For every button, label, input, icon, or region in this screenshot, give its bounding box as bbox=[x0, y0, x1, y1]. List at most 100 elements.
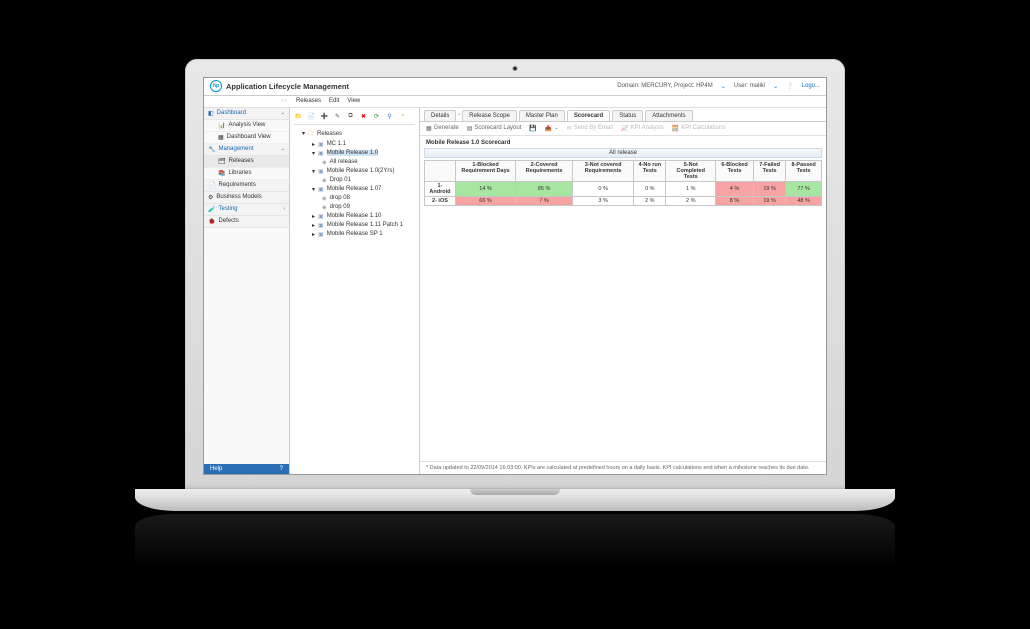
menu-releases[interactable]: Releases bbox=[296, 98, 321, 104]
tab-master-plan[interactable]: Master Plan bbox=[519, 110, 565, 121]
project-dropdown-icon[interactable]: ⌄ bbox=[721, 83, 726, 90]
release-icon: ▣ bbox=[318, 222, 324, 229]
scorecard-title: Mobile Release 1.0 Scorecard bbox=[420, 136, 826, 148]
cell: 3 % bbox=[572, 196, 633, 205]
generate-button[interactable]: ▦Generate bbox=[426, 125, 459, 132]
tab-details[interactable]: Details bbox=[424, 110, 456, 121]
cell: 7 % bbox=[516, 196, 573, 205]
cell: 2 % bbox=[666, 196, 716, 205]
camera-dot bbox=[513, 66, 518, 71]
expand-icon[interactable]: ▸ bbox=[312, 222, 315, 229]
tree-node-mobile-1-07[interactable]: ▾▣Mobile Release 1.07 bbox=[304, 185, 415, 194]
col-7: 7-Failed Tests bbox=[753, 160, 785, 181]
sidebar-item-dashboard-view[interactable]: ▦Dashboard View bbox=[204, 132, 289, 144]
tree-node-drop08[interactable]: ◈drop 08 bbox=[314, 194, 415, 203]
sidebar-item-requirements[interactable]: 📄Requirements bbox=[204, 180, 289, 192]
expand-icon[interactable]: ▾ bbox=[312, 150, 315, 157]
col-2: 2-Covered Requirements bbox=[516, 160, 573, 181]
expand-icon[interactable]: ▸ bbox=[312, 141, 315, 148]
tree-node-all-release[interactable]: ◈All release bbox=[314, 158, 415, 167]
chart-icon: 📊 bbox=[218, 122, 225, 129]
release-icon: ▣ bbox=[318, 141, 324, 148]
milestone-icon: ◈ bbox=[322, 159, 327, 166]
tree-node-drop09[interactable]: ◈drop 09 bbox=[314, 203, 415, 212]
send-email-button: ✉Send By Email bbox=[567, 125, 613, 132]
cell: 85 % bbox=[516, 181, 573, 196]
reschedule-icon[interactable]: ◔ bbox=[398, 112, 407, 121]
tree-panel: 📁 📄 ➕ ✎ ⧉ ✖ ⟳ ⚲ ◔ ▾ 🗀 Releases bbox=[290, 108, 420, 474]
sidebar-item-releases[interactable]: 🗂Releases bbox=[204, 156, 289, 168]
sidebar-item-defects[interactable]: 🐞Defects bbox=[204, 216, 289, 228]
tab-sep: • bbox=[458, 112, 460, 118]
edit-icon[interactable]: ✎ bbox=[333, 112, 342, 121]
tabs: Details • Release Scope Master Plan Scor… bbox=[420, 108, 826, 122]
sidebar-group-management[interactable]: 🔧Management ⌄ bbox=[204, 144, 289, 156]
sidebar-item-libraries[interactable]: 📚Libraries bbox=[204, 168, 289, 180]
tab-attachments[interactable]: Attachments bbox=[645, 110, 692, 121]
tree-node-mobile-sp1[interactable]: ▸▣Mobile Release SP 1 bbox=[304, 230, 415, 239]
logout-link[interactable]: Logo... bbox=[802, 83, 820, 89]
grid-icon: ▦ bbox=[218, 134, 224, 141]
expand-icon[interactable]: ▸ bbox=[312, 231, 315, 238]
laptop-notch bbox=[470, 489, 560, 495]
kpi-analysis-button: 📈KPI Analysis bbox=[621, 125, 664, 132]
sidebar-help[interactable]: Help ? bbox=[204, 464, 289, 474]
expand-icon[interactable]: ▾ bbox=[302, 130, 305, 137]
milestone-icon: ◈ bbox=[322, 204, 327, 211]
main-panel: Details • Release Scope Master Plan Scor… bbox=[420, 108, 826, 474]
help-label: Help bbox=[210, 466, 222, 472]
tree-node-mobile-1-10[interactable]: ▸▣Mobile Release 1.10 bbox=[304, 212, 415, 221]
releases-icon: 🗂 bbox=[218, 158, 226, 165]
cell: 19 % bbox=[753, 196, 785, 205]
milestone-icon: ◈ bbox=[322, 195, 327, 202]
laptop-base bbox=[135, 489, 895, 511]
dashboard-icon: ◧ bbox=[208, 110, 214, 117]
laptop-reflection bbox=[135, 514, 895, 568]
sidebar-item-analysis-view[interactable]: 📊Analysis View bbox=[204, 120, 289, 132]
menu-view[interactable]: View bbox=[347, 98, 360, 104]
tree-node-mobile-1-11[interactable]: ▸▣Mobile Release 1.11 Patch 1 bbox=[304, 221, 415, 230]
tab-scorecard[interactable]: Scorecard bbox=[567, 110, 610, 121]
expand-icon[interactable]: ▾ bbox=[312, 186, 315, 193]
calc-icon: 🧮 bbox=[672, 125, 679, 132]
cell: 8 % bbox=[716, 196, 754, 205]
new-folder-icon[interactable]: 📁 bbox=[294, 112, 303, 121]
tree-root[interactable]: ▾ 🗀 Releases bbox=[294, 128, 415, 140]
save-button[interactable]: 💾 bbox=[529, 125, 536, 132]
sidebar-group-dashboard[interactable]: ◧Dashboard ⌄ bbox=[204, 108, 289, 120]
help-icon[interactable]: ❔ bbox=[786, 83, 793, 90]
cell: 66 % bbox=[455, 196, 515, 205]
models-icon: ⚙ bbox=[208, 194, 213, 201]
add-icon[interactable]: ➕ bbox=[320, 112, 329, 121]
hp-logo: hp bbox=[210, 80, 222, 92]
tab-release-scope[interactable]: Release Scope bbox=[462, 110, 517, 121]
expand-icon[interactable]: ▾ bbox=[312, 168, 315, 175]
scorecard-layout-button[interactable]: ▤Scorecard Layout bbox=[467, 125, 522, 132]
table-row: 2- iOS66 %7 %3 %2 %2 %8 %19 %48 % bbox=[425, 196, 822, 205]
tab-status[interactable]: Status bbox=[612, 110, 643, 121]
user-dropdown-icon[interactable]: ⌄ bbox=[773, 83, 778, 90]
delete-icon[interactable]: ✖ bbox=[359, 112, 368, 121]
nav-arrows[interactable]: ‹ › bbox=[204, 98, 290, 104]
tree-node-mc[interactable]: ▸▣MC 1.1 bbox=[304, 140, 415, 149]
tree-node-drop01[interactable]: ◈Drop 01 bbox=[314, 176, 415, 185]
sidebar-item-business-models[interactable]: ⚙Business Models bbox=[204, 192, 289, 204]
cell: 1 % bbox=[666, 181, 716, 196]
filter-icon[interactable]: ⚲ bbox=[385, 112, 394, 121]
menu-edit[interactable]: Edit bbox=[329, 98, 339, 104]
content-fill bbox=[420, 208, 826, 461]
cell: 19 % bbox=[753, 181, 785, 196]
refresh-icon[interactable]: ⟳ bbox=[372, 112, 381, 121]
sidebar-group-testing[interactable]: 🧪Testing › bbox=[204, 204, 289, 216]
scorecard-band: All release bbox=[424, 148, 822, 158]
tree-node-mobile-1-0-2yrs[interactable]: ▾▣Mobile Release 1.0(2Yrs) bbox=[304, 167, 415, 176]
layout-icon: ▤ bbox=[467, 125, 473, 132]
requirements-icon: 📄 bbox=[208, 182, 215, 189]
copy-icon[interactable]: ⧉ bbox=[346, 112, 355, 121]
new-item-icon[interactable]: 📄 bbox=[307, 112, 316, 121]
tree-node-mobile-1-0[interactable]: ▾▣Mobile Release 1.0 bbox=[304, 149, 415, 158]
defects-icon: 🐞 bbox=[208, 218, 215, 225]
app-header: hp Application Lifecycle Management Doma… bbox=[204, 78, 826, 96]
export-button[interactable]: 📤⌄ bbox=[545, 125, 559, 132]
expand-icon[interactable]: ▸ bbox=[312, 213, 315, 220]
